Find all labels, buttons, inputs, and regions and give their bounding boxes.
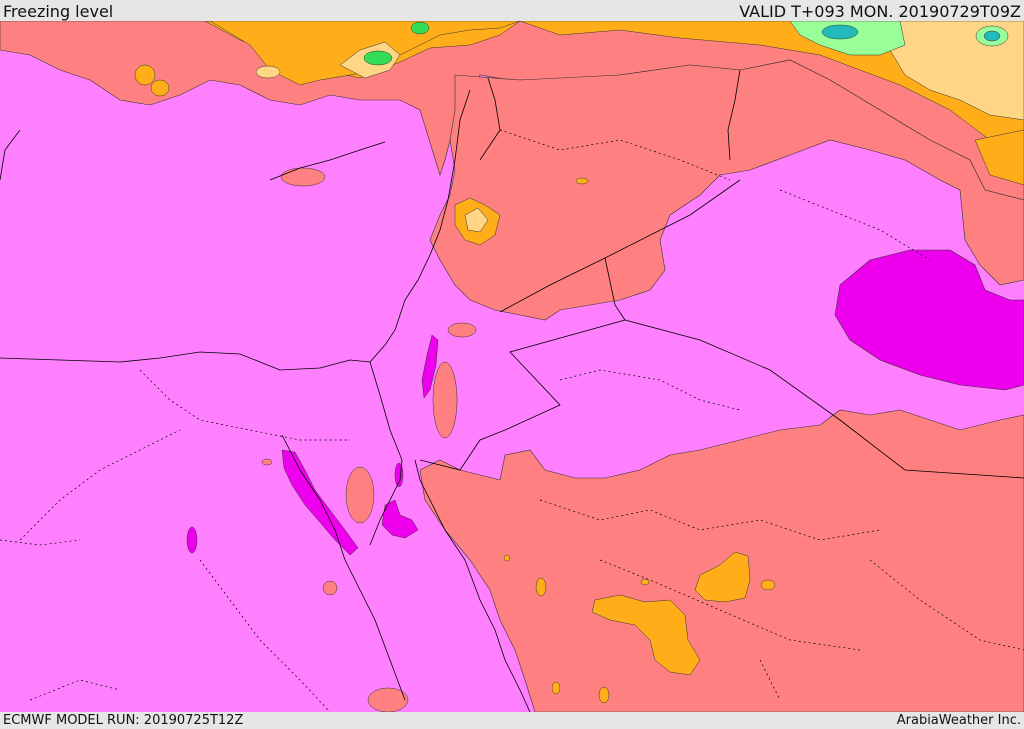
small-blob-d [261, 458, 273, 466]
arabia-low-e [598, 686, 610, 704]
syria-low-dot [575, 177, 589, 185]
jordan-blob [432, 361, 458, 439]
anatolia-green [363, 50, 393, 66]
arabia-low-f [551, 681, 561, 695]
small-blob-b [322, 580, 338, 596]
brand-credit: ArabiaWeather Inc. [896, 713, 1021, 728]
small-orange-a [134, 64, 156, 86]
freezing-level-map[interactable] [0, 21, 1024, 712]
valid-time: VALID T+093 MON. 20190729T09Z [739, 2, 1021, 21]
map-footer: ECMWF MODEL RUN: 20190725T12Z ArabiaWeat… [0, 712, 1024, 729]
sinai-blob [345, 466, 375, 524]
map-canvas [0, 21, 1024, 712]
map-header: Freezing level VALID T+093 MON. 20190729… [0, 0, 1024, 21]
small-blob-a [447, 322, 477, 338]
arabia-low-d [535, 577, 547, 597]
caucasus-cyan [821, 24, 859, 40]
cyprus-blob [280, 167, 326, 187]
small-green-north [410, 21, 430, 35]
arabia-low-c [760, 579, 776, 591]
anatolia-pale-b [255, 65, 281, 79]
arabia-low-h [503, 554, 511, 562]
arabia-low-g [640, 578, 650, 586]
small-orange-b [150, 79, 170, 97]
gulf-high-area [394, 462, 404, 488]
model-run-label: ECMWF MODEL RUN: 20190725T12Z [3, 713, 244, 728]
map-title: Freezing level [3, 2, 114, 21]
nile-high-area [186, 526, 198, 554]
iran-cyan [983, 30, 1001, 42]
